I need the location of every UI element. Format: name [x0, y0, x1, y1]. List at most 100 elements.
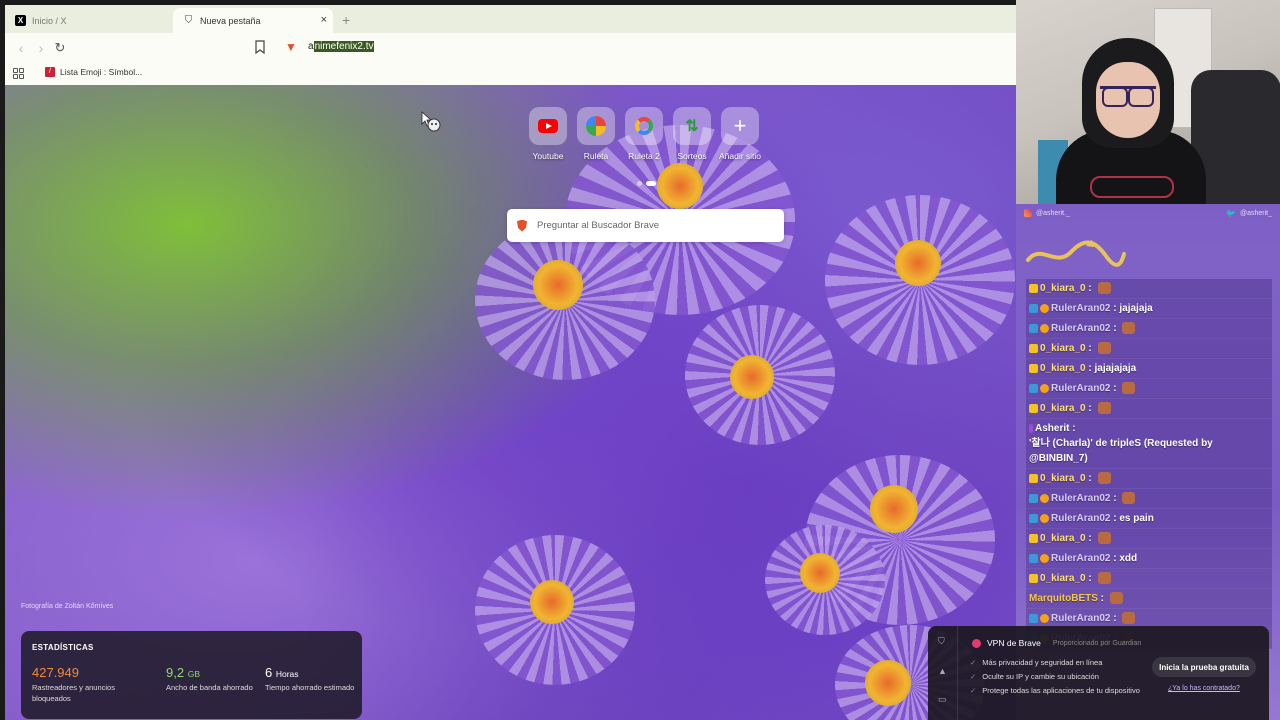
tile-sorteos[interactable]: ⇅ Sorteos	[673, 107, 711, 161]
tab-inicio-x[interactable]: X Inicio / X	[5, 8, 170, 33]
stats-title: ESTADÍSTICAS	[32, 643, 94, 652]
vpn-already-link[interactable]: ¿Ya lo has contratado?	[1168, 685, 1240, 692]
vpn-features: Más privacidad y seguridad en línea Ocul…	[970, 656, 1140, 698]
crown-badge-icon	[1029, 404, 1038, 413]
chat-separator: :	[1085, 343, 1095, 354]
photo-credit[interactable]: Fotografía de Zoltán Kőmíves	[21, 603, 113, 610]
emote-icon	[1122, 322, 1136, 334]
chat-separator: :	[1110, 493, 1120, 504]
tile-pager[interactable]	[637, 181, 656, 186]
chat-username: 0_kiara_0	[1040, 363, 1086, 374]
chat-message: RulerAran02 : xdd	[1026, 549, 1272, 569]
brave-lion-icon[interactable]: ▼	[285, 40, 297, 54]
flower-center	[533, 260, 583, 310]
chat-message: 0_kiara_0 :	[1026, 339, 1272, 359]
tile-add-site[interactable]: + Añadir sitio	[719, 107, 761, 161]
vpn-trial-button[interactable]: Inicia la prueba gratuita	[1152, 657, 1256, 677]
tile-label: Sorteos	[677, 151, 707, 161]
warning-icon[interactable]: ▲	[938, 666, 947, 676]
chat-username: RulerAran02	[1051, 553, 1111, 564]
chat-separator: :	[1085, 283, 1095, 294]
tab-nueva-pestana[interactable]: ⛉ Nueva pestaña ×	[173, 8, 333, 33]
prime-badge-icon	[1029, 514, 1038, 523]
chat-message: RulerAran02 :	[1026, 319, 1272, 339]
chat-message: 0_kiara_0 :	[1026, 399, 1272, 419]
flower-center	[870, 485, 918, 533]
twitter-handle: @asherit_	[1239, 210, 1272, 217]
vpn-feature: Oculte su IP y cambie su ubicación	[970, 670, 1140, 684]
flower-center	[865, 660, 911, 706]
chat-separator: :	[1085, 573, 1095, 584]
emote-icon	[1097, 532, 1111, 544]
cursor-icon	[421, 111, 441, 132]
navigation-bar: ‹ › ↻ ▼ animefenix2.tv	[5, 33, 1016, 63]
vpn-logo-icon	[972, 638, 981, 648]
chat-text: es pain	[1119, 513, 1154, 524]
stat-time: 6 Horas Tiempo ahorrado estimado	[265, 665, 355, 692]
address-bar[interactable]: animefenix2.tv	[308, 39, 375, 55]
prime-badge-icon	[1029, 614, 1038, 623]
twitter-icon: 🐦	[1226, 209, 1236, 218]
brave-logo-icon	[517, 219, 527, 232]
forward-button[interactable]: ›	[32, 39, 50, 57]
tile-youtube[interactable]: Youtube	[529, 107, 567, 161]
emote-icon	[1122, 612, 1136, 624]
flower-center	[800, 553, 840, 593]
stat-trackers: 427.949 Rastreadores y anuncios bloquead…	[32, 665, 115, 703]
emote-icon	[1097, 472, 1111, 484]
tile-ruleta-2[interactable]: Ruleta 2	[625, 107, 663, 161]
chat-text: '찰나 (Charla)' de tripleS (Requested by @…	[1029, 438, 1213, 464]
brave-shield-icon: ⛉	[184, 14, 193, 26]
back-button[interactable]: ‹	[12, 39, 30, 57]
shield-icon[interactable]: ⛉	[938, 636, 945, 647]
chat-username: 0_kiara_0	[1040, 403, 1086, 414]
chat-message: 0_kiara_0 :	[1026, 569, 1272, 589]
close-tab-button[interactable]: ×	[321, 14, 327, 26]
url-prefix: a	[308, 41, 314, 52]
flower-center	[530, 580, 574, 624]
arrows-icon: ⇅	[685, 118, 699, 135]
bookmark-lista-emoji[interactable]: / Lista Emoji : Símbol...	[45, 67, 142, 77]
chat-username: RulerAran02	[1051, 513, 1111, 524]
bookmark-icon[interactable]	[254, 40, 266, 54]
fav-icon: /	[45, 67, 55, 77]
instagram-icon	[1024, 209, 1032, 217]
tile-ruleta[interactable]: Ruleta	[577, 107, 615, 161]
coin-badge-icon	[1040, 324, 1049, 333]
stats-widget: ESTADÍSTICAS 427.949 Rastreadores y anun…	[21, 631, 362, 719]
chat-separator: :	[1097, 593, 1107, 604]
top-sites: Youtube Ruleta Ruleta 2 ⇅ Sorteos + Añad…	[529, 107, 761, 161]
emote-icon	[1097, 342, 1111, 354]
vpn-feature: Más privacidad y seguridad en línea	[970, 656, 1140, 670]
flower-center	[895, 240, 941, 286]
brave-search-box[interactable]: Preguntar al Buscador Brave	[507, 209, 784, 242]
webcam-feed	[1016, 0, 1280, 204]
tab-label: Inicio / X	[32, 15, 67, 26]
crown-badge-icon	[1029, 534, 1038, 543]
chat-username: 0_kiara_0	[1040, 283, 1086, 294]
chat-username: Asherit	[1035, 423, 1070, 434]
stream-overlay: @asherit._ 🐦 @asherit_ 0_kiara_0 : RulerA…	[1016, 0, 1280, 720]
chat-text: jajajaja	[1119, 303, 1153, 314]
emote-icon	[1122, 382, 1136, 394]
card-icon[interactable]: ▭	[938, 694, 947, 705]
prime-badge-icon	[1029, 494, 1038, 503]
coin-badge-icon	[1040, 494, 1049, 503]
vpn-header: VPN de Brave Proporcionado por Guardian	[972, 638, 1141, 648]
reload-button[interactable]: ↻	[51, 39, 69, 57]
crown-badge-icon	[1029, 364, 1038, 373]
crown-badge-icon	[1029, 344, 1038, 353]
new-tab-button[interactable]: +	[342, 12, 350, 28]
url-selected: nimefenix2.tv	[313, 41, 375, 52]
chat-separator: :	[1085, 473, 1095, 484]
chat-separator: :	[1110, 383, 1120, 394]
chat-message: MarquitoBETS :	[1026, 589, 1272, 609]
chat-username: 0_kiara_0	[1040, 573, 1086, 584]
ring-icon	[635, 117, 653, 135]
chat-username: 0_kiara_0	[1040, 533, 1086, 544]
chat-username: MarquitoBETS	[1029, 593, 1098, 604]
tile-label: Ruleta 2	[628, 151, 660, 161]
coin-badge-icon	[1040, 514, 1049, 523]
chat-text: jajajajaja	[1094, 363, 1137, 374]
apps-grid-icon[interactable]	[13, 68, 24, 79]
